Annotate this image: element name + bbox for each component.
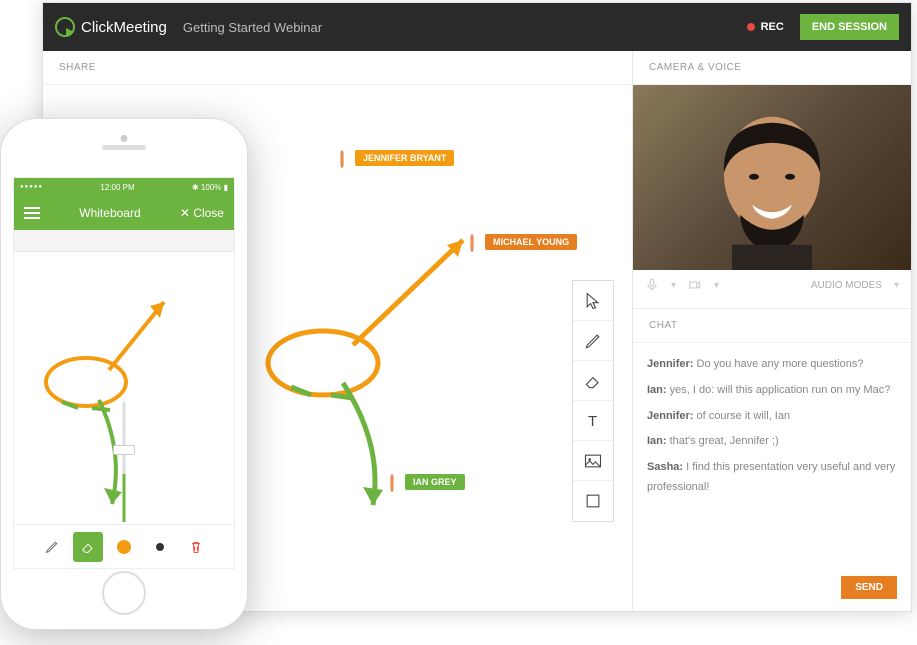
status-time: 12:00 PM — [100, 183, 134, 192]
end-session-button[interactable]: END SESSION — [800, 14, 899, 40]
audio-modes-button[interactable]: AUDIO MODES — [811, 280, 882, 291]
pencil-icon — [459, 229, 484, 254]
dropdown-caret[interactable]: ▾ — [671, 280, 676, 291]
record-dot-icon — [747, 23, 755, 31]
chat-message: Ian: that's great, Jennifer ;) — [647, 432, 897, 452]
presenter-face-placeholder — [682, 94, 862, 270]
eraser-tool[interactable] — [573, 361, 613, 401]
trash-icon — [188, 539, 204, 555]
user-tag-label: MICHAEL YOUNG — [485, 234, 577, 250]
hamburger-icon[interactable] — [24, 207, 40, 219]
pencil-icon — [44, 539, 60, 555]
color-swatch-icon — [156, 543, 164, 551]
image-tool[interactable] — [573, 441, 613, 481]
chat-message: Jennifer: Do you have any more questions… — [647, 355, 897, 375]
camera-icon[interactable] — [688, 278, 702, 292]
recording-indicator[interactable]: REC — [747, 21, 784, 33]
text-icon: T — [583, 411, 603, 431]
chat-message: Jennifer: of course it will, Ian — [647, 407, 897, 427]
pencil-icon — [329, 145, 354, 170]
color-swatch-icon — [117, 540, 131, 554]
presenter-video[interactable] — [633, 85, 911, 270]
close-button[interactable]: ✕ Close — [180, 206, 224, 220]
image-icon — [583, 451, 603, 471]
phone-title: Whiteboard — [79, 206, 140, 220]
chat-message: Ian: yes, I do: will this application ru… — [647, 381, 897, 401]
color-black[interactable] — [145, 532, 175, 562]
slider-thumb[interactable] — [113, 445, 135, 455]
eraser-icon — [583, 371, 603, 391]
status-battery: ✱ 100% ▮ — [192, 183, 228, 192]
av-controls: ▾ ▾ AUDIO MODES ▾ — [633, 270, 911, 300]
pointer-tool[interactable] — [573, 281, 613, 321]
topbar: ClickMeeting Getting Started Webinar REC… — [43, 3, 911, 51]
stroke-width-slider[interactable] — [114, 402, 134, 522]
app-logo: ClickMeeting — [55, 17, 167, 37]
chat-header: CHAT — [633, 309, 911, 343]
mic-icon[interactable] — [645, 278, 659, 292]
text-tool[interactable]: T — [573, 401, 613, 441]
logo-icon — [55, 17, 75, 37]
status-bar: ●●●●● 12:00 PM ✱ 100% ▮ — [14, 178, 234, 196]
phone-toolbar — [14, 524, 234, 568]
drawing-toolbox: T — [572, 280, 614, 522]
user-cursor-michael: MICHAEL YOUNG — [463, 233, 577, 251]
eraser-icon — [80, 539, 96, 555]
chat-message: Sasha: I find this presentation very use… — [647, 458, 897, 498]
webinar-title: Getting Started Webinar — [183, 20, 322, 35]
chat-send-row: SEND — [633, 576, 911, 611]
phone-delete-tool[interactable] — [181, 532, 211, 562]
square-icon — [583, 491, 603, 511]
rec-label: REC — [761, 21, 784, 33]
phone-subheader — [14, 230, 234, 252]
camera-section: CAMERA & VOICE ▾ ▾ — [633, 51, 911, 308]
shape-tool[interactable] — [573, 481, 613, 521]
phone-eraser-tool[interactable] — [73, 532, 103, 562]
color-orange[interactable] — [109, 532, 139, 562]
camera-header: CAMERA & VOICE — [633, 51, 911, 85]
pointer-icon — [583, 291, 603, 311]
chat-messages: Jennifer: Do you have any more questions… — [633, 343, 911, 576]
dropdown-caret[interactable]: ▾ — [894, 280, 899, 291]
chat-section: CHAT Jennifer: Do you have any more ques… — [633, 308, 911, 611]
pencil-icon — [583, 331, 603, 351]
pencil-icon — [379, 469, 404, 494]
right-sidebar: CAMERA & VOICE ▾ ▾ — [633, 51, 911, 611]
phone-mockup: ●●●●● 12:00 PM ✱ 100% ▮ Whiteboard ✕ Clo… — [0, 118, 248, 630]
phone-screen: ●●●●● 12:00 PM ✱ 100% ▮ Whiteboard ✕ Clo… — [13, 177, 235, 569]
signal-icon: ●●●●● — [20, 184, 43, 190]
phone-camera-dot — [121, 135, 128, 142]
pencil-tool[interactable] — [573, 321, 613, 361]
user-cursor-ian: IAN GREY — [383, 473, 465, 491]
dropdown-caret[interactable]: ▾ — [714, 280, 719, 291]
phone-header: Whiteboard ✕ Close — [14, 196, 234, 230]
user-tag-label: IAN GREY — [405, 474, 465, 490]
phone-canvas[interactable] — [14, 252, 234, 524]
user-tag-label: JENNIFER BRYANT — [355, 150, 454, 166]
svg-text:T: T — [588, 413, 597, 430]
share-header: SHARE — [43, 51, 632, 85]
user-cursor-jennifer: JENNIFER BRYANT — [333, 149, 454, 167]
brand-name: ClickMeeting — [81, 19, 167, 36]
phone-pencil-tool[interactable] — [37, 532, 67, 562]
send-button[interactable]: SEND — [841, 576, 897, 599]
